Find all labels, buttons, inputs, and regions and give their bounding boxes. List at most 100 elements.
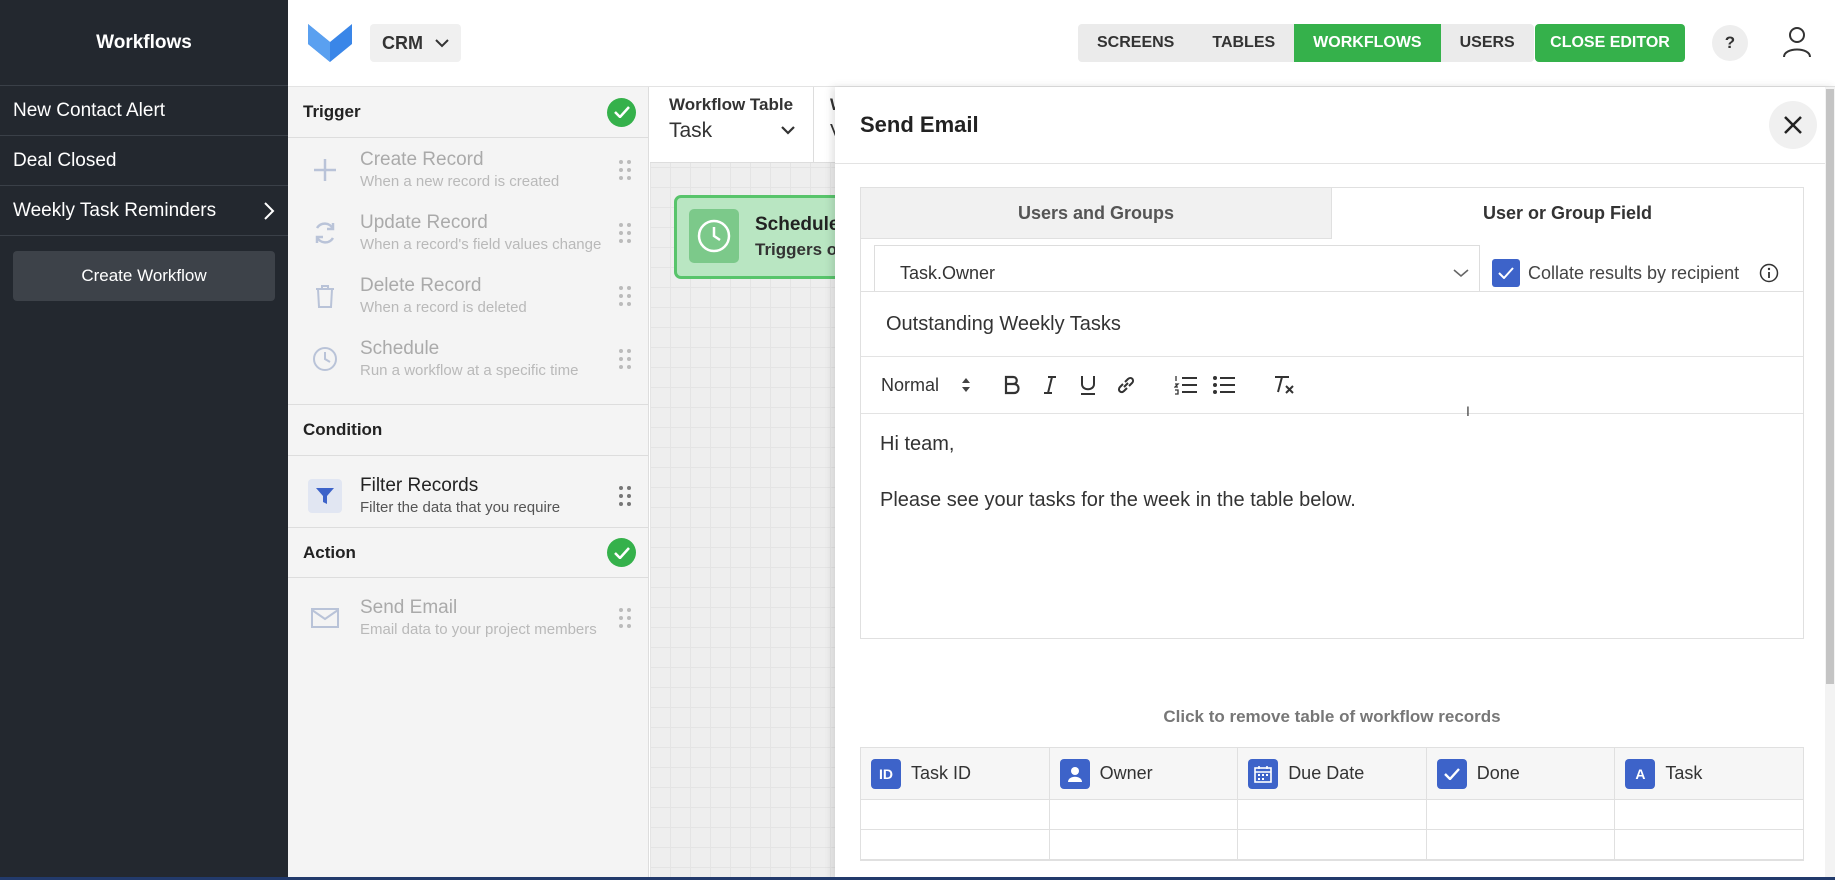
close-drawer-button[interactable] — [1769, 101, 1817, 149]
action-section-header: Action — [288, 527, 648, 578]
trigger-heading: Trigger — [303, 102, 361, 121]
workflow-table-bar: Workflow Table Task W V — [650, 87, 846, 163]
scrollbar-thumb[interactable] — [1826, 89, 1834, 684]
clock-icon — [689, 209, 739, 263]
body-line: Please see your tasks for the week in th… — [880, 489, 1356, 511]
body-line: Hi team, — [880, 433, 955, 455]
option-title: Schedule — [360, 338, 440, 359]
subject-input[interactable]: Outstanding Weekly Tasks — [861, 292, 1803, 357]
email-body-editor[interactable]: Hi team, Please see your tasks for the w… — [861, 414, 1803, 639]
table-cell — [861, 830, 1050, 859]
nav-workflows[interactable]: WORKFLOWS — [1294, 24, 1441, 62]
checkbox-icon — [1436, 758, 1467, 789]
drag-handle-icon[interactable] — [618, 607, 632, 629]
option-description: When a record is deleted — [360, 299, 527, 316]
drawer-title: Send Email — [860, 112, 979, 137]
help-button[interactable]: ? — [1712, 25, 1748, 61]
editor-toolbar: Normal — [861, 357, 1803, 414]
collate-option: Collate results by recipient — [1492, 259, 1739, 287]
sidebar-item-label: Deal Closed — [13, 149, 117, 171]
close-editor-button[interactable]: CLOSE EDITOR — [1535, 24, 1685, 62]
condition-filter-records[interactable]: Filter Records Filter the data that you r… — [288, 464, 648, 527]
condition-section-header: Condition — [288, 405, 648, 456]
clock-icon — [308, 342, 342, 376]
option-description: Run a workflow at a specific time — [360, 362, 579, 379]
ordered-list-icon — [1174, 376, 1198, 395]
workflow-canvas[interactable]: Workflow Table Task W V Schedule Trigger… — [650, 87, 848, 880]
column-owner: Owner — [1050, 748, 1239, 799]
refresh-icon — [308, 216, 342, 250]
drag-handle-icon[interactable] — [618, 348, 632, 370]
format-select[interactable]: Normal — [881, 375, 971, 396]
workflow-table-select[interactable]: Task — [669, 119, 712, 143]
check-icon — [1498, 267, 1514, 279]
column-label: Owner — [1099, 763, 1153, 783]
sidebar-item-deal-closed[interactable]: Deal Closed — [0, 136, 288, 186]
sort-arrows-icon — [962, 378, 971, 392]
mail-icon — [308, 601, 342, 635]
close-icon — [1784, 116, 1802, 134]
column-done: Done — [1427, 748, 1616, 799]
trigger-section-header: Trigger — [288, 87, 648, 138]
tab-users-and-groups[interactable]: Users and Groups — [861, 188, 1332, 239]
link-button[interactable] — [1111, 370, 1141, 400]
drag-handle-icon[interactable] — [618, 485, 632, 507]
bold-icon — [1004, 375, 1020, 395]
bold-button[interactable] — [997, 370, 1027, 400]
italic-icon — [1044, 376, 1057, 394]
format-select-value: Normal — [881, 374, 940, 395]
info-icon[interactable] — [1759, 263, 1779, 283]
table-cell — [1238, 830, 1427, 859]
clear-format-button[interactable] — [1269, 370, 1299, 400]
table-cell — [1050, 800, 1239, 829]
tab-user-or-group-field[interactable]: User or Group Field — [1332, 188, 1803, 239]
nav-tables[interactable]: TABLES — [1193, 24, 1294, 62]
drag-handle-icon[interactable] — [618, 285, 632, 307]
chevron-right-icon — [264, 201, 275, 220]
trash-icon — [308, 279, 342, 313]
top-bar: CRM SCREENS TABLES WORKFLOWS USERS CLOSE… — [288, 0, 1835, 87]
drawer-scrollbar[interactable] — [1825, 87, 1835, 880]
option-title: Update Record — [360, 212, 488, 233]
logo-icon[interactable] — [306, 22, 354, 64]
column-label: Task — [1665, 763, 1703, 783]
recipient-field-value: Task.Owner — [900, 262, 996, 283]
column-task-id: ID Task ID — [861, 748, 1050, 799]
table-row — [861, 800, 1803, 830]
collate-checkbox[interactable] — [1492, 259, 1520, 287]
workflow-sidebar: Workflows New Contact Alert Deal Closed … — [0, 0, 288, 880]
sidebar-item-weekly-task-reminders[interactable]: Weekly Task Reminders — [0, 186, 288, 236]
trigger-update-record[interactable]: Update Record When a record's field value… — [288, 201, 648, 264]
trigger-create-record[interactable]: Create Record When a new record is create… — [288, 138, 648, 201]
chevron-down-icon — [781, 126, 795, 135]
workflow-steps-panel: Trigger Create Record When a new record i… — [288, 87, 649, 880]
ordered-list-button[interactable] — [1171, 370, 1201, 400]
nav-screens[interactable]: SCREENS — [1078, 24, 1193, 62]
workflow-records-table[interactable]: ID Task ID Owner Due Date Done A Task — [860, 747, 1804, 861]
workflow-table-label: Workflow Table — [669, 95, 794, 114]
underline-button[interactable] — [1073, 370, 1103, 400]
user-account-icon[interactable] — [1782, 25, 1812, 59]
italic-button[interactable] — [1035, 370, 1065, 400]
clear-format-icon — [1275, 376, 1294, 394]
trigger-delete-record[interactable]: Delete Record When a record is deleted — [288, 264, 648, 327]
option-title: Delete Record — [360, 275, 482, 296]
bullet-list-button[interactable] — [1209, 370, 1239, 400]
action-send-email[interactable]: Send Email Email data to your project mem… — [288, 586, 648, 649]
option-description: Filter the data that you require — [360, 499, 561, 516]
remove-table-hint[interactable]: Click to remove table of workflow record… — [860, 707, 1804, 727]
nav-users[interactable]: USERS — [1441, 24, 1534, 62]
drag-handle-icon[interactable] — [618, 222, 632, 244]
trigger-schedule[interactable]: Schedule Run a workflow at a specific tim… — [288, 327, 648, 390]
app-selector[interactable]: CRM — [370, 24, 461, 62]
collate-label: Collate results by recipient — [1528, 262, 1740, 283]
drawer-header: Send Email — [835, 87, 1835, 164]
column-label: Task ID — [911, 763, 972, 783]
sidebar-item-new-contact-alert[interactable]: New Contact Alert — [0, 86, 288, 136]
recipient-tabs: Users and Groups User or Group Field — [861, 188, 1803, 239]
filter-icon — [308, 478, 342, 513]
create-workflow-button[interactable]: Create Workflow — [13, 251, 275, 301]
drag-handle-icon[interactable] — [618, 159, 632, 181]
schedule-trigger-node[interactable]: Schedule Triggers on — [674, 195, 848, 279]
